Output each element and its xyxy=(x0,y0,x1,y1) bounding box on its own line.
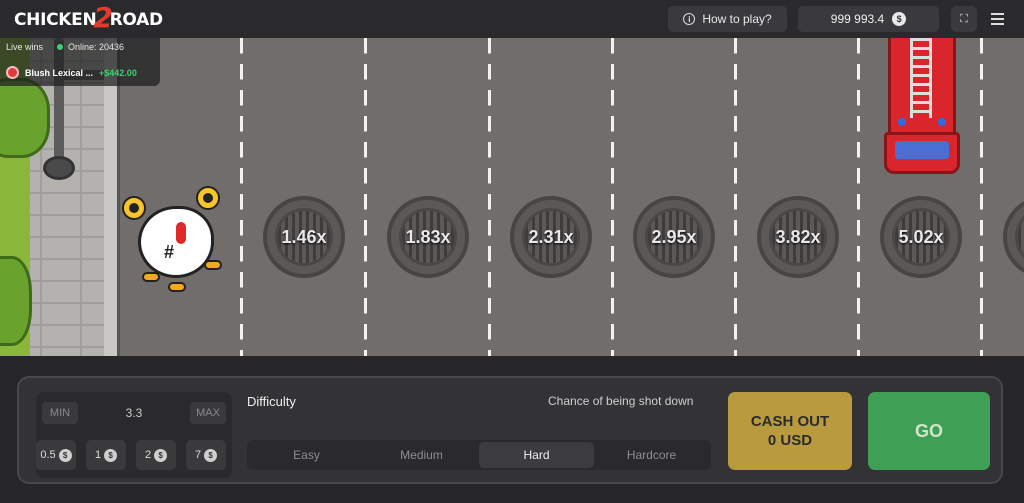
manhole-multiplier[interactable]: 6 xyxy=(1003,196,1024,278)
chance-label: Chance of being shot down xyxy=(548,394,694,408)
lane-divider xyxy=(857,38,860,356)
player-name: Blush Lexical ... xyxy=(25,67,94,78)
quick-bet-chips: 0.5 $ 1 $ 2 $ 7 $ xyxy=(36,440,232,472)
bet-amount-input[interactable]: 3.3 xyxy=(78,406,190,420)
multiplier-label: 1.83x xyxy=(405,226,451,247)
difficulty-medium[interactable]: Medium xyxy=(364,442,479,468)
difficulty-easy[interactable]: Easy xyxy=(249,442,364,468)
bet-amount-box: MIN 3.3 MAX 0.5 $ 1 $ 2 $ 7 $ xyxy=(36,392,232,478)
tree-bush xyxy=(0,78,50,158)
game-root: CHICKEN 2 ROAD i How to play? 999 993.4 … xyxy=(0,0,1024,503)
player-avatar xyxy=(6,66,19,79)
menu-icon-bar xyxy=(991,13,1004,15)
chip-label: 0.5 xyxy=(40,449,56,461)
multiplier-label: 5.02x xyxy=(898,226,944,247)
street-lamp-base xyxy=(43,156,75,180)
cash-out-button[interactable]: CASH OUT 0 USD xyxy=(728,392,852,470)
cash-out-label: CASH OUT xyxy=(750,413,830,430)
lane-divider xyxy=(734,38,737,356)
difficulty-hardcore[interactable]: Hardcore xyxy=(594,442,709,468)
dollar-coin-icon: $ xyxy=(154,448,168,462)
fullscreen-icon: ⛶ xyxy=(960,12,968,25)
logo-text-chicken: CHICKEN xyxy=(14,10,97,30)
online-label: Online: 20436 xyxy=(68,42,125,52)
chip-7[interactable]: 7 $ xyxy=(186,440,226,470)
manhole-multiplier[interactable]: 5.02x xyxy=(880,196,962,278)
how-to-play-button[interactable]: i How to play? xyxy=(668,6,787,32)
chicken-foot xyxy=(168,282,186,292)
truck-siren-light xyxy=(898,118,906,126)
online-count: Online: 20436 xyxy=(57,42,124,52)
manhole-multiplier[interactable]: 1.83x xyxy=(387,196,469,278)
balance-display: 999 993.4 $ xyxy=(798,6,939,32)
go-button[interactable]: GO xyxy=(868,392,990,470)
live-wins-title: Live wins xyxy=(6,42,44,52)
game-logo: CHICKEN 2 ROAD xyxy=(14,1,163,34)
hamburger-menu-button[interactable] xyxy=(988,9,1008,29)
top-bar: CHICKEN 2 ROAD i How to play? 999 993.4 … xyxy=(0,0,1024,38)
chicken-eye xyxy=(196,186,220,210)
truck-ladder xyxy=(910,38,932,118)
dollar-coin-icon: $ xyxy=(104,448,118,462)
live-wins-header: Live wins Online: 20436 xyxy=(6,42,124,52)
multiplier-label: 1.46x xyxy=(281,226,327,247)
truck-siren-light xyxy=(938,118,946,126)
chicken-character: # xyxy=(120,186,250,296)
live-wins-panel: Live wins Online: 20436 Blush Lexical ..… xyxy=(0,38,160,86)
balance-value: 999 993.4 xyxy=(830,12,885,26)
difficulty-label: Difficulty xyxy=(247,394,296,409)
chicken-pupil xyxy=(129,203,139,213)
online-dot-icon xyxy=(57,44,64,50)
min-bet-button[interactable]: MIN xyxy=(42,402,78,424)
chip-label: 2 xyxy=(144,449,152,461)
menu-icon-bar xyxy=(991,18,1004,20)
lane-divider xyxy=(488,38,491,356)
manhole-multiplier[interactable]: 3.82x xyxy=(757,196,839,278)
dollar-coin-icon: $ xyxy=(892,12,907,26)
manhole-multiplier[interactable]: 1.46x xyxy=(263,196,345,278)
max-bet-button[interactable]: MAX xyxy=(190,402,226,424)
cash-out-amount: 0 USD xyxy=(767,432,813,449)
chicken-pupil xyxy=(203,193,213,203)
lane-divider xyxy=(980,38,983,356)
lane-divider xyxy=(611,38,614,356)
manhole-multiplier[interactable]: 2.31x xyxy=(510,196,592,278)
multiplier-label: 2.95x xyxy=(651,226,697,247)
truck-windshield xyxy=(895,141,949,159)
control-panel: MIN 3.3 MAX 0.5 $ 1 $ 2 $ 7 $ Difficulty Cha… xyxy=(17,376,1003,484)
difficulty-selector: Easy Medium Hard Hardcore xyxy=(247,440,711,470)
manhole-multiplier[interactable]: 2.95x xyxy=(633,196,715,278)
bet-input-row: MIN 3.3 MAX xyxy=(42,400,226,426)
chip-0-5[interactable]: 0.5 $ xyxy=(36,440,76,470)
logo-text-road: ROAD xyxy=(109,10,163,30)
multiplier-label: 3.82x xyxy=(775,226,821,247)
multiplier-label: 2.31x xyxy=(528,226,574,247)
chip-label: 7 xyxy=(194,449,202,461)
chicken-foot xyxy=(142,272,160,282)
dollar-coin-icon: $ xyxy=(204,448,218,462)
truck-cab xyxy=(884,132,960,174)
chip-1[interactable]: 1 $ xyxy=(86,440,126,470)
dollar-coin-icon: $ xyxy=(58,448,72,462)
info-icon: i xyxy=(683,13,696,25)
chicken-comb xyxy=(176,222,186,244)
bandage-mark: # xyxy=(164,242,175,262)
fullscreen-button[interactable]: ⛶ xyxy=(951,6,977,32)
chip-2[interactable]: 2 $ xyxy=(136,440,176,470)
live-win-entry: Blush Lexical ... +$442.00 xyxy=(6,66,137,79)
tree-bush xyxy=(0,256,32,346)
chicken-foot xyxy=(204,260,222,270)
difficulty-hard[interactable]: Hard xyxy=(479,442,594,468)
win-amount: +$442.00 xyxy=(99,67,137,78)
chip-label: 1 xyxy=(94,449,102,461)
how-to-play-label: How to play? xyxy=(702,12,772,26)
lane-divider xyxy=(364,38,367,356)
chicken-eye xyxy=(122,196,146,220)
fire-truck xyxy=(884,38,960,174)
menu-icon-bar xyxy=(991,23,1004,25)
